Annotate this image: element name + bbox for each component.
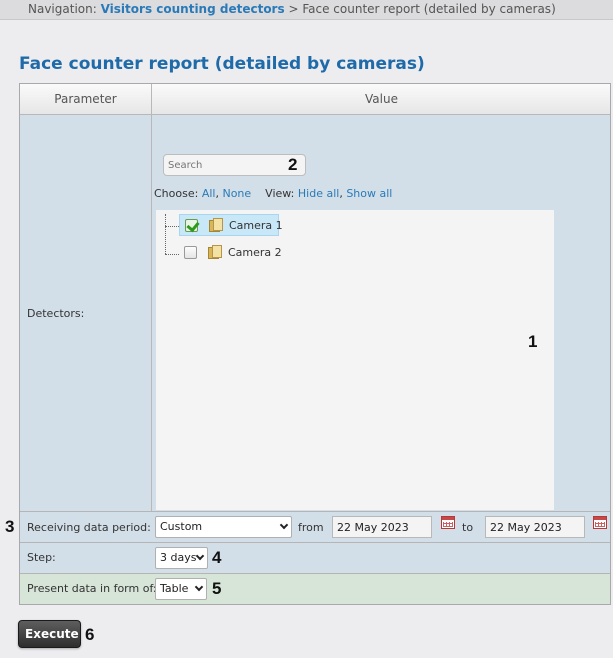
chevron-down-icon — [194, 582, 204, 592]
table-header: Parameter Value — [20, 84, 610, 115]
choose-none-link[interactable]: None — [222, 187, 251, 200]
tree-item-camera-1[interactable]: Camera 1 — [179, 214, 283, 236]
period-label: Receiving data period: — [27, 521, 151, 534]
choose-all-link[interactable]: All — [202, 187, 216, 200]
camera-2-label: Camera 2 — [228, 246, 282, 259]
chevron-down-icon — [279, 520, 289, 530]
date-from-input[interactable] — [332, 516, 432, 538]
date-to-input[interactable] — [485, 516, 585, 538]
callout-2: 2 — [288, 155, 298, 174]
breadcrumb-link-visitors-counting-detectors[interactable]: Visitors counting detectors — [101, 2, 285, 16]
parameters-table: Parameter Value Detectors: 2 Choose: All… — [19, 83, 611, 605]
calendar-icon[interactable] — [593, 516, 607, 529]
period-select[interactable]: Custom — [155, 516, 292, 538]
to-label: to — [462, 521, 474, 534]
camera-1-checkbox[interactable] — [185, 219, 198, 232]
step-row: Step: 3 days 4 — [20, 542, 610, 573]
breadcrumb-separator: > — [288, 2, 299, 16]
calendar-icon[interactable] — [441, 516, 455, 529]
callout-5: 5 — [212, 579, 222, 598]
camera-2-checkbox[interactable] — [184, 246, 197, 259]
folder-icon — [208, 245, 223, 259]
callout-3: 3 — [5, 517, 15, 536]
folder-icon — [209, 218, 224, 232]
detectors-label: Detectors: — [27, 307, 85, 320]
view-hide-all-link[interactable]: Hide all — [298, 187, 339, 200]
from-label: from — [298, 521, 324, 534]
chevron-down-icon — [195, 551, 205, 561]
breadcrumb: Navigation: Visitors counting detectors … — [0, 0, 613, 20]
tree-item-camera-2[interactable]: Camera 2 — [179, 242, 282, 264]
page-title: Face counter report (detailed by cameras… — [19, 54, 425, 74]
detectors-tree: Camera 1 Camera 2 1 — [156, 210, 554, 510]
execute-button[interactable]: Execute — [18, 620, 81, 648]
callout-6: 6 — [85, 625, 95, 644]
choose-view-bar: Choose: All, None View: Hide all, Show a… — [154, 187, 393, 200]
search-input[interactable] — [163, 154, 306, 176]
tree-connector — [165, 214, 166, 254]
present-selected-value: Table — [160, 582, 189, 595]
callout-1: 1 — [528, 332, 538, 351]
period-row: Receiving data period: Custom from to — [20, 511, 610, 542]
callout-4: 4 — [212, 548, 222, 567]
period-selected-value: Custom — [160, 520, 203, 533]
present-label: Present data in form of: — [27, 582, 157, 595]
step-select[interactable]: 3 days — [155, 547, 208, 569]
present-select[interactable]: Table — [155, 578, 207, 600]
breadcrumb-prefix: Navigation: — [28, 2, 97, 16]
header-parameter: Parameter — [20, 84, 152, 114]
step-label: Step: — [27, 551, 56, 564]
step-selected-value: 3 days — [160, 551, 197, 564]
view-show-all-link[interactable]: Show all — [346, 187, 392, 200]
header-value: Value — [365, 92, 398, 106]
choose-label: Choose: — [154, 187, 199, 200]
breadcrumb-current: Face counter report (detailed by cameras… — [302, 2, 556, 16]
tree-connector — [165, 226, 179, 227]
present-row: Present data in form of: Table 5 — [20, 573, 610, 604]
tree-connector — [165, 254, 179, 255]
camera-1-label: Camera 1 — [229, 219, 283, 232]
view-label: View: — [265, 187, 295, 200]
